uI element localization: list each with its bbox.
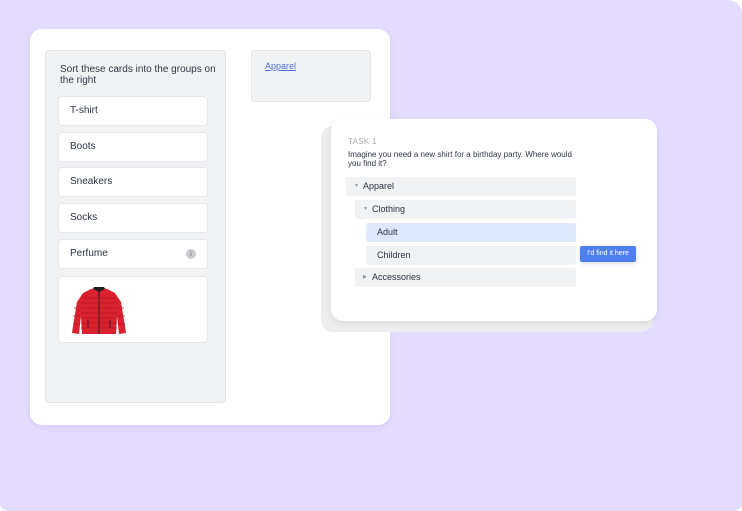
instructions-text: Sort these cards into the groups on the … (60, 64, 216, 86)
tree-node-label: Adult (377, 227, 398, 237)
sort-card-label: Perfume (70, 248, 108, 259)
tree-node-clothing[interactable]: ▼ Clothing (355, 200, 576, 219)
tree-node-accessories[interactable]: ▶ Accessories (355, 268, 576, 287)
task-label: TASK 1 (348, 137, 377, 146)
tree-node-label: Accessories (372, 272, 421, 282)
caret-down-icon: ▼ (354, 183, 359, 189)
sort-card-label: Socks (70, 212, 98, 223)
tree-node-label: Apparel (363, 181, 395, 191)
caret-right-icon: ▶ (363, 274, 367, 280)
caret-down-icon: ▼ (363, 206, 368, 212)
sort-card-socks[interactable]: Socks (58, 203, 208, 233)
sort-card-tshirt[interactable]: T-shirt (58, 96, 208, 126)
info-icon[interactable]: i (186, 249, 196, 259)
sort-card-label: Sneakers (70, 176, 113, 187)
sort-card-label: T-shirt (70, 105, 98, 116)
group-name-link[interactable]: Apparel (265, 61, 296, 71)
find-it-here-button[interactable]: I'd find it here (580, 246, 636, 262)
task-question: Imagine you need a new shirt for a birth… (348, 150, 572, 168)
sort-card-boots[interactable]: Boots (58, 132, 208, 162)
sort-card-label: Boots (70, 141, 96, 152)
red-jacket-image (72, 287, 126, 334)
tree-node-label: Children (377, 250, 411, 260)
tree-node-adult[interactable]: Adult (366, 223, 576, 242)
tree-test-task-card: TASK 1 Imagine you need a new shirt for … (331, 119, 657, 321)
tree-node-apparel[interactable]: ▼ Apparel (346, 177, 576, 196)
tree-node-label: Clothing (372, 204, 406, 214)
tree-node-children[interactable]: Children (366, 246, 576, 265)
card-source-panel: Sort these cards into the groups on the … (45, 50, 226, 403)
group-drop-zone[interactable]: Apparel (251, 50, 371, 102)
sort-card-sneakers[interactable]: Sneakers (58, 167, 208, 197)
sort-card-image[interactable] (58, 276, 208, 343)
sort-card-perfume[interactable]: Perfume i (58, 239, 208, 269)
